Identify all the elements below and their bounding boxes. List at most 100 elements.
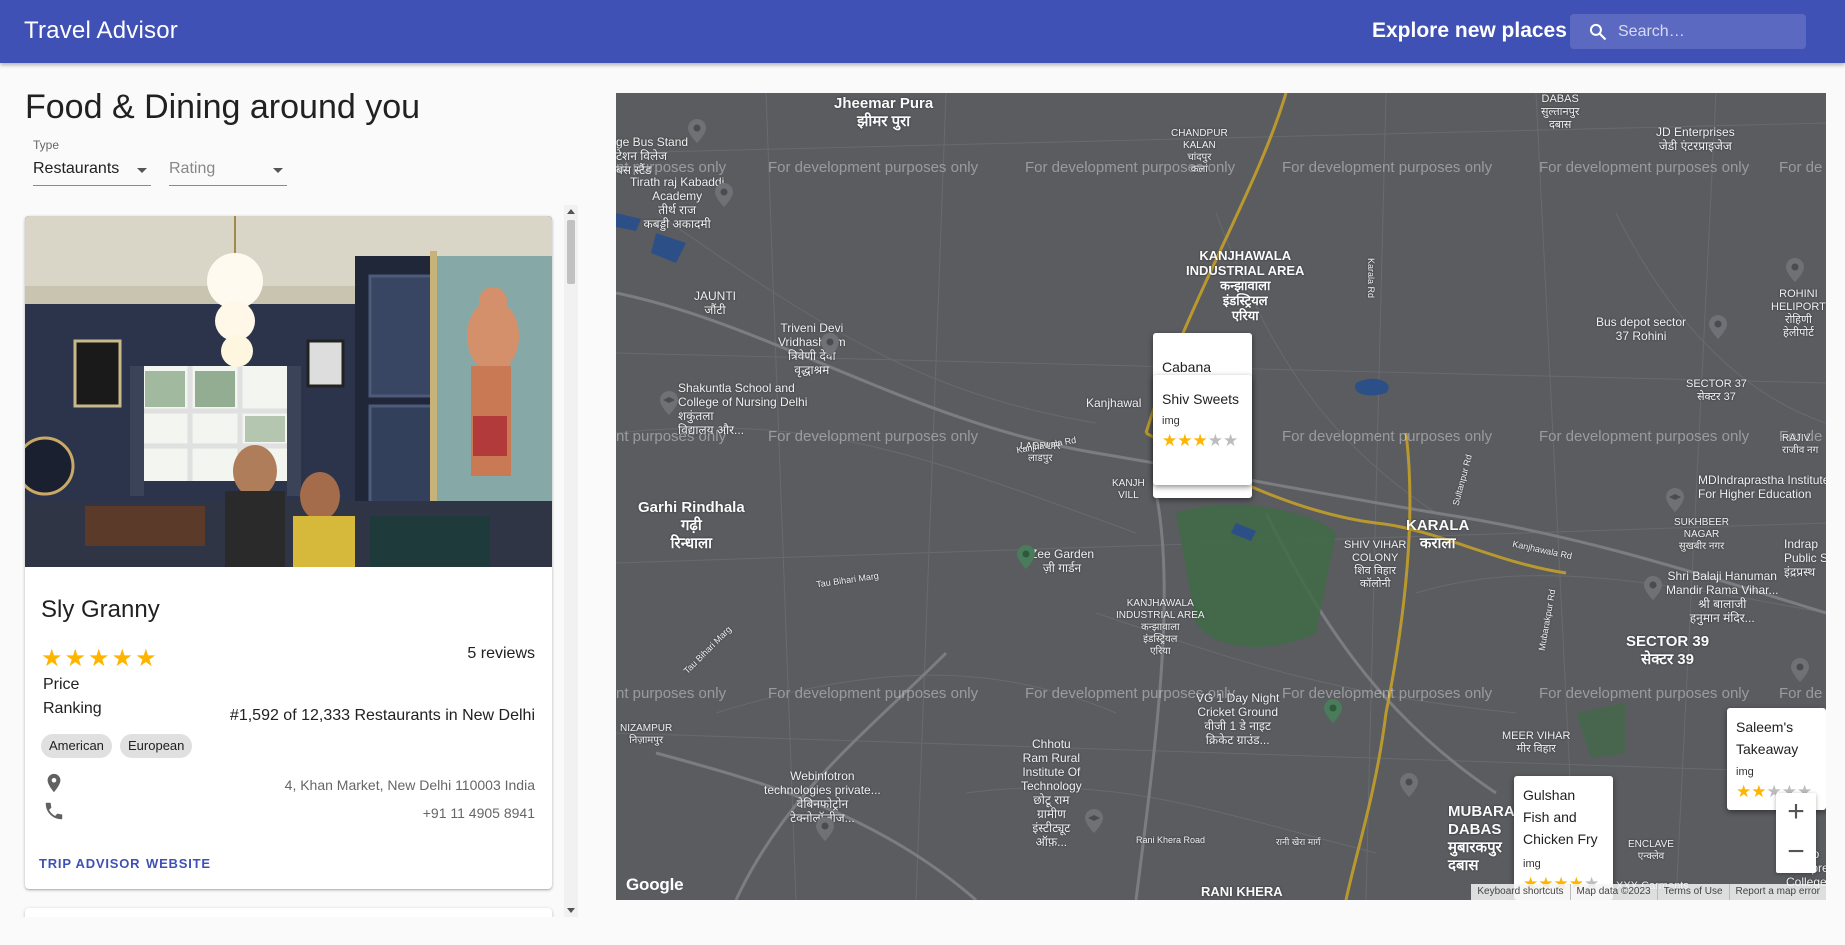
google-logo[interactable]: Google [626, 875, 684, 895]
website-button[interactable]: WEBSITE [146, 856, 211, 871]
heliport-pin-icon[interactable] [1786, 258, 1804, 282]
map-label: Kanjhawal [1086, 396, 1142, 410]
dev-watermark: For development purposes only [768, 685, 979, 702]
review-count: 5 reviews [467, 645, 535, 662]
park-pin-icon[interactable] [1324, 699, 1342, 723]
map-label: Shri Balaji Hanuman Mandir Rama Vihar...… [1666, 569, 1779, 625]
map-pin-icon[interactable] [688, 119, 706, 143]
star-filled-icon: ★ [41, 645, 63, 672]
map-label: KARALA कराला [1406, 517, 1470, 552]
explore-label: Explore new places [1372, 19, 1567, 42]
rating-stars: ★ ★ ★ ★ ★ [41, 647, 157, 671]
type-select[interactable]: Restaurants [33, 156, 151, 186]
star-empty-icon: ★ [1207, 431, 1223, 450]
rating-filter: Rating [169, 138, 287, 188]
map-label: VG 1 Day Night Cricket Ground वीजी 1 डे … [1196, 691, 1280, 747]
dev-watermark: For development purposes only [1539, 685, 1750, 702]
page-title: Food & Dining around you [25, 88, 421, 126]
price-label: Price [43, 676, 80, 693]
map-label: Jheemar Pura झीमर पुरा [834, 95, 934, 130]
places-list[interactable]: Sly Granny ★ ★ ★ ★ ★ 5 reviews Price Ranking… [15, 205, 579, 917]
keyboard-shortcuts-link[interactable]: Keyboard shortcuts [1471, 884, 1569, 900]
map-label: RANI KHERA [1201, 884, 1283, 899]
search-input[interactable] [1618, 14, 1798, 49]
dev-watermark: nt purposes only [616, 685, 727, 702]
scroll-up-arrow-icon[interactable] [567, 209, 575, 214]
map-label: Zee Garden ज़ी गार्डन [1030, 547, 1095, 575]
map-attribution: Keyboard shortcuts Map data ©2023 Terms … [1471, 884, 1826, 900]
map-label: NIZAMPUR निज़ामपुर [620, 723, 673, 746]
zoom-in-button[interactable]: + [1776, 793, 1816, 833]
zoom-out-button[interactable]: − [1776, 833, 1816, 873]
map-pin-icon[interactable] [821, 333, 839, 357]
list-scrollbar[interactable] [564, 205, 578, 917]
map[interactable]: nt purposes only For development purpose… [616, 93, 1826, 900]
map-label: MEER VIHAR मीर विहार [1502, 730, 1571, 755]
rating-select[interactable]: Rating [169, 156, 287, 186]
terms-of-use-link[interactable]: Terms of Use [1656, 884, 1729, 900]
map-label: Garhi Rindhala गढ़ी रिन्धाला [638, 499, 745, 552]
ranking-value: #1,592 of 12,333 Restaurants in New Delh… [229, 707, 535, 724]
school-pin-icon[interactable] [1666, 488, 1684, 512]
park-pin-icon[interactable] [1017, 545, 1035, 569]
broken-image: img [1736, 766, 1754, 778]
map-label: DABAS सुल्तानपुर दबास [1541, 93, 1580, 131]
cuisine-chip[interactable]: American [41, 734, 112, 758]
phone-icon [45, 802, 63, 820]
map-label: KANJHAWALA INDUSTRIAL AREA कन्झावाला इंड… [1116, 598, 1205, 657]
school-pin-icon[interactable] [660, 391, 678, 415]
map-label: RAJIV राजीव नग [1782, 433, 1819, 456]
cuisine-chip[interactable]: European [120, 734, 193, 758]
broken-image: img [1523, 858, 1541, 870]
tripadvisor-button[interactable]: TRIP ADVISOR [39, 856, 140, 871]
popup-rating-stars: ★★★★★ [1162, 432, 1238, 449]
scroll-down-arrow-icon[interactable] [567, 908, 575, 913]
map-pin-icon[interactable] [1400, 773, 1418, 797]
star-filled-icon: ★ [135, 645, 157, 672]
map-label: SHIV VIHAR COLONY शिव विहार कॉलोनी [1344, 539, 1407, 590]
star-filled-icon: ★ [1192, 431, 1208, 450]
zoom-controls: + − [1776, 793, 1816, 873]
star-filled-icon: ★ [1177, 431, 1193, 450]
map-label: Indrap Public Sch इंद्रप्रस्थ [1784, 537, 1826, 579]
star-filled-icon: ★ [1162, 431, 1178, 450]
road-label: Rani Khera Road [1136, 835, 1206, 845]
map-label: ROHINI HELIPORT रोहिणी हेलीपोर्ट [1771, 288, 1826, 339]
type-filter-label: Type [33, 138, 60, 152]
map-popup-shiv-sweets[interactable]: Shiv Sweets img ★ ★ ★ ★ ★ [1153, 375, 1252, 485]
map-pin-icon[interactable] [816, 817, 834, 841]
map-popup-gulshan[interactable]: Gulshan Fish and Chicken Fry img ★★★★★ [1514, 776, 1613, 900]
place-card: Sly Granny ★ ★ ★ ★ ★ 5 reviews Price Ranking… [25, 216, 552, 889]
next-place-card [25, 908, 552, 917]
type-filter: Type Restaurants [33, 138, 151, 188]
road-label: Karala Rd [1366, 257, 1377, 299]
scrollbar-thumb[interactable] [567, 220, 575, 284]
school-pin-icon[interactable] [1085, 809, 1103, 833]
place-address: 4, Khan Market, New Delhi 110003 India [284, 777, 535, 793]
map-label: JAUNTI जौंटी [694, 289, 736, 317]
place-phone: +91 11 4905 8941 [422, 805, 535, 821]
dev-watermark: For development purposes only [1282, 428, 1493, 445]
dev-watermark: For development purposes only [768, 159, 979, 176]
dev-watermark: For development purposes only [1539, 428, 1750, 445]
broken-image: img [1162, 415, 1180, 427]
star-filled-icon: ★ [88, 645, 110, 672]
temple-pin-icon[interactable] [1644, 576, 1662, 600]
place-name: Sly Granny [41, 596, 160, 623]
map-label: MDIndraprastha Institute For Higher Educ… [1698, 473, 1826, 501]
report-map-error-link[interactable]: Report a map error [1728, 884, 1826, 900]
dev-watermark: For development purposes only [1539, 159, 1750, 176]
map-label: KANJHAWALA INDUSTRIAL AREA कन्झावाला इंड… [1186, 248, 1305, 323]
place-photo [25, 216, 552, 567]
star-empty-icon: ★ [1223, 431, 1239, 450]
map-pin-icon[interactable] [1791, 658, 1809, 682]
map-label: SUKHBEER NAGAR सुखबीर नगर [1674, 517, 1730, 552]
chevron-down-icon [273, 168, 283, 173]
search-box[interactable] [1570, 14, 1806, 49]
app-bar: Travel Advisor Explore new places [0, 0, 1845, 63]
map-label: Bus depot sector 37 Rohini [1596, 315, 1687, 343]
map-pin-icon[interactable] [1709, 315, 1727, 339]
map-label: Shakuntla School and College of Nursing … [678, 381, 808, 437]
map-pin-icon[interactable] [715, 183, 733, 207]
dev-watermark: For de [1779, 159, 1823, 176]
